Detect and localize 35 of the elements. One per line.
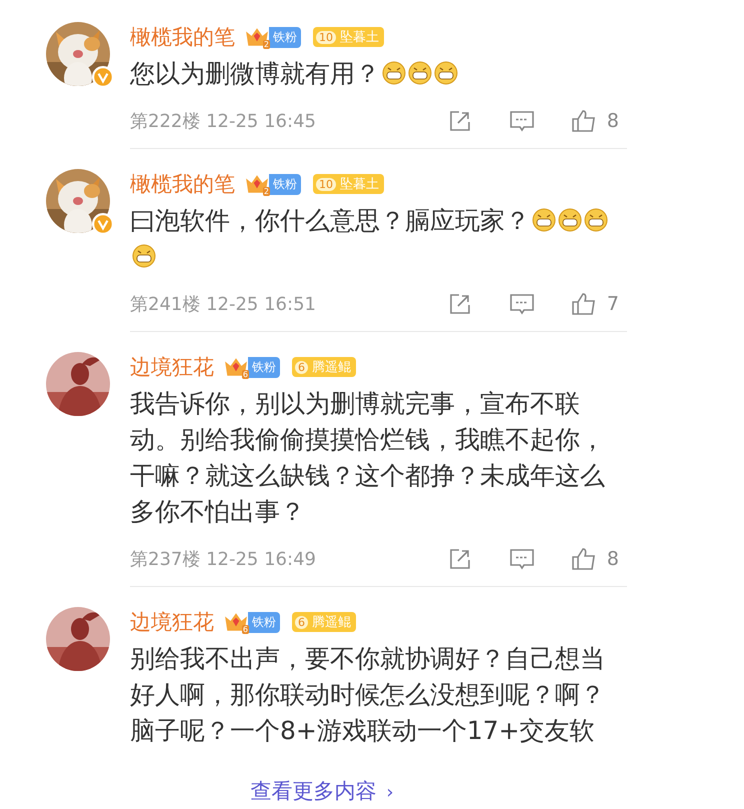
crown-badge: 6 bbox=[224, 356, 248, 378]
like-count: 8 bbox=[606, 548, 619, 570]
like-count: 7 bbox=[606, 293, 619, 315]
comment-text: 您以为删微博就有用？ bbox=[130, 56, 620, 92]
user-name[interactable]: 橄榄我的笔 bbox=[130, 170, 235, 198]
fan-label: 铁粉 bbox=[248, 612, 280, 632]
title-badge: 6 腾遥鲲 bbox=[292, 357, 356, 377]
comment-icon[interactable] bbox=[508, 547, 535, 571]
fan-label: 铁粉 bbox=[248, 356, 280, 378]
title-badge: 10 坠暮土 bbox=[313, 174, 384, 194]
comment-text: 我告诉你，别以为删博就完事，宣布不联动。别给我偷偷摸摸恰烂钱，我瞧不起你，干嘛？就这么缺钱？这个都挣？未成年这么多你不怕出事？ bbox=[130, 388, 606, 528]
user-name[interactable]: 边境狂花 bbox=[130, 608, 214, 636]
verified-icon bbox=[92, 213, 114, 235]
comment-text: 曰泡软件，你什么意思？膈应玩家？ bbox=[130, 203, 620, 275]
title-badge: 6 腾遥鲲 bbox=[292, 612, 356, 632]
title-badge: 10 坠暮土 bbox=[313, 27, 384, 47]
thumbs-up-icon[interactable] bbox=[570, 109, 597, 133]
like-count: 8 bbox=[606, 110, 619, 132]
user-name[interactable]: 橄榄我的笔 bbox=[130, 23, 235, 51]
comment-icon[interactable] bbox=[508, 109, 535, 133]
floor-time: 第241楼 12-25 16:51 bbox=[130, 293, 316, 316]
fan-label: 铁粉 bbox=[269, 174, 301, 194]
comment-icon[interactable] bbox=[508, 292, 535, 316]
crown-badge: 2 bbox=[245, 173, 269, 195]
thumbs-up-icon[interactable] bbox=[570, 547, 597, 571]
crown-badge: 6 bbox=[224, 611, 248, 633]
verified-icon bbox=[92, 66, 114, 88]
comment-text: 别给我不出声，要不你就协调好？自己想当好人啊，那你联动时候怎么没想到呢？啊？脑子呢？一个8+游戏联动一个17+交友软 bbox=[130, 643, 606, 747]
thumbs-up-icon[interactable] bbox=[570, 292, 597, 316]
crown-badge: 2 bbox=[245, 26, 269, 48]
floor-time: 第222楼 12-25 16:45 bbox=[130, 110, 316, 133]
floor-time: 第237楼 12-25 16:49 bbox=[130, 548, 316, 571]
user-name[interactable]: 边境狂花 bbox=[130, 353, 214, 381]
fan-label: 铁粉 bbox=[269, 26, 301, 48]
more-content-link[interactable]: 查看更多内容 › bbox=[250, 777, 394, 805]
